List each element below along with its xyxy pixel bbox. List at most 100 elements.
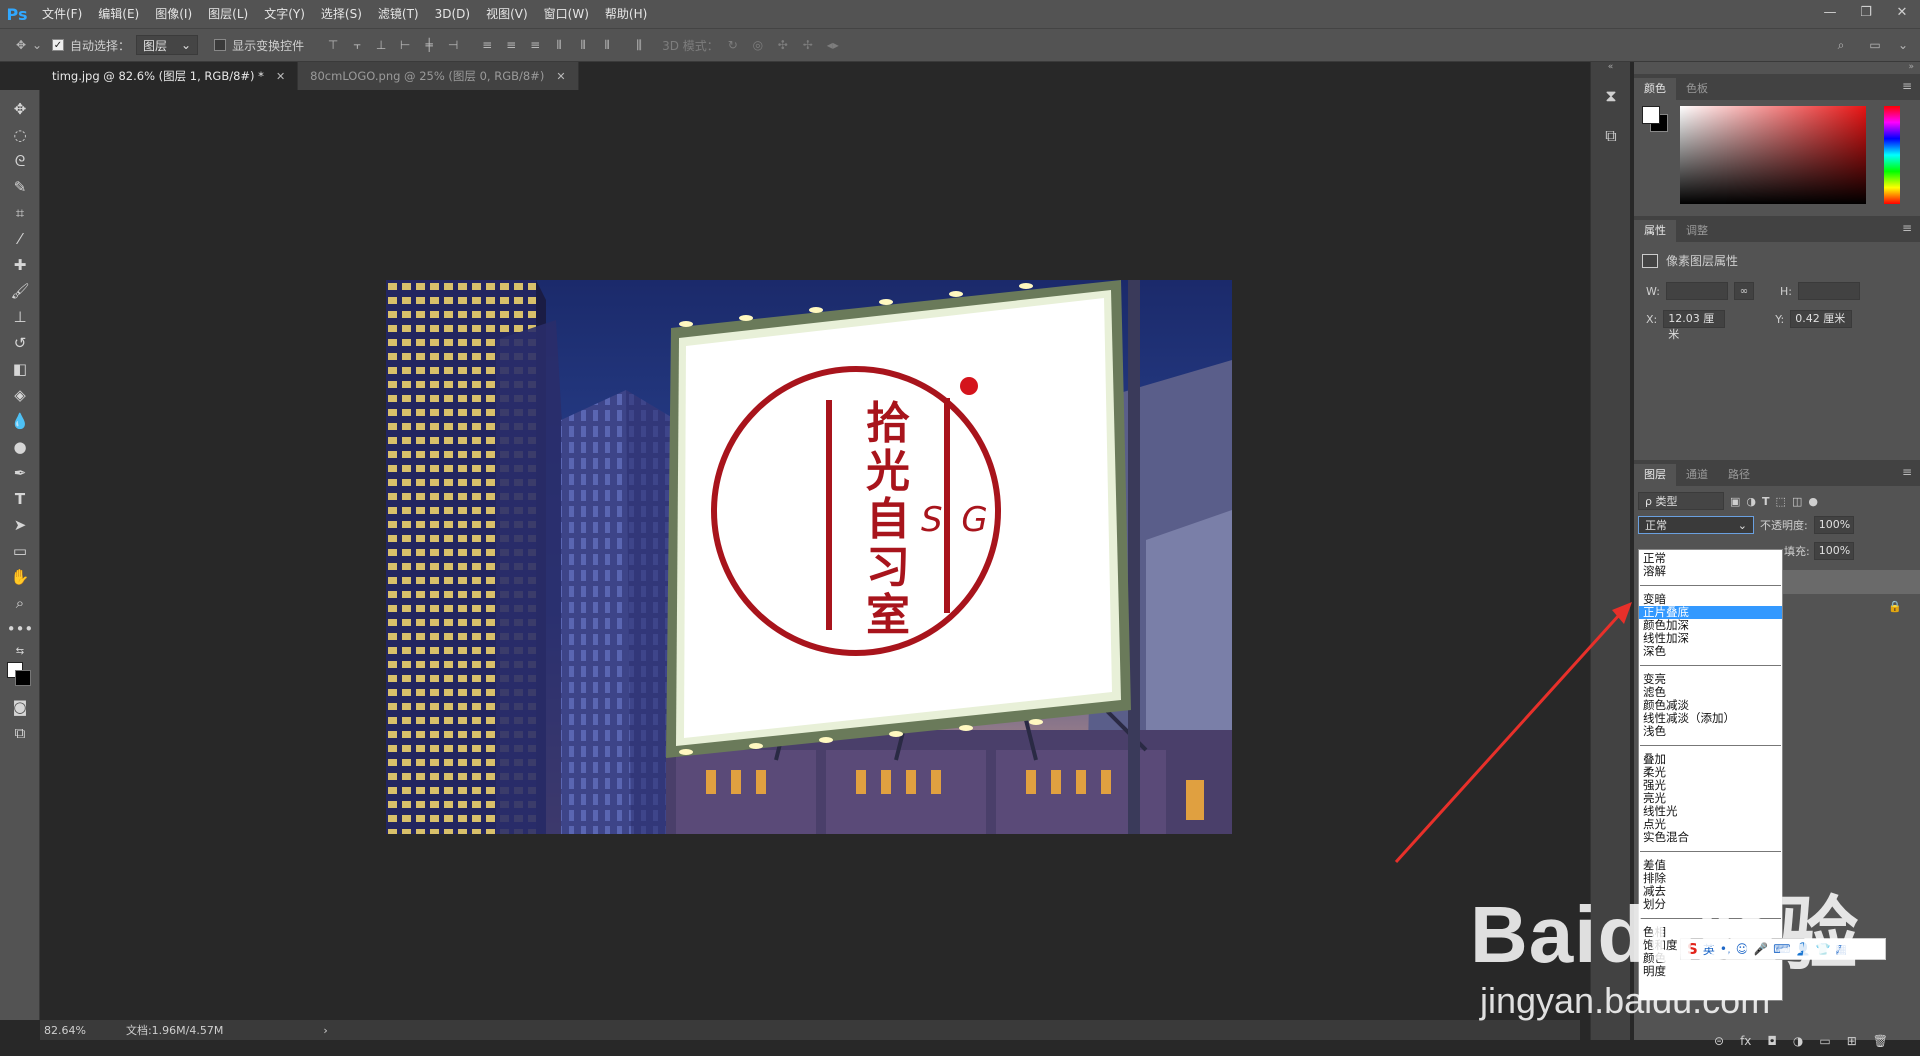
distribute-vcenter-icon[interactable]: ≡: [500, 34, 522, 56]
move-tool-icon[interactable]: ✥: [0, 96, 40, 122]
blend-option[interactable]: 溶解: [1639, 565, 1782, 578]
auto-align-icon[interactable]: ⫼: [628, 34, 650, 56]
dodge-tool-icon[interactable]: ●: [0, 434, 40, 460]
filter-adjust-icon[interactable]: ◑: [1746, 495, 1756, 508]
panel-menu-icon[interactable]: ≡: [1902, 221, 1912, 235]
background-color-swatch[interactable]: [15, 670, 31, 686]
screen-mode-icon[interactable]: ⧉: [0, 720, 40, 746]
menu-item[interactable]: 文字(Y): [256, 0, 313, 28]
blend-option[interactable]: 深色: [1639, 645, 1782, 658]
auto-select-dropdown[interactable]: 图层 ⌄: [136, 35, 199, 55]
zoom-level[interactable]: 82.64%: [44, 1024, 86, 1037]
history-icon[interactable]: ⧗: [1591, 76, 1631, 116]
align-right-icon[interactable]: ⊣: [442, 34, 464, 56]
menu-item[interactable]: 滤镜(T): [370, 0, 427, 28]
zoom-tool-icon[interactable]: ⌕: [0, 590, 40, 616]
3d-pan-icon[interactable]: ✣: [772, 34, 794, 56]
restore-button[interactable]: ❐: [1848, 0, 1884, 24]
filter-type-icon[interactable]: T: [1762, 495, 1770, 508]
distribute-right-icon[interactable]: ⦀: [596, 34, 618, 56]
filter-shape-icon[interactable]: ⬚: [1776, 495, 1786, 508]
voice-icon[interactable]: 🎤: [1753, 942, 1768, 956]
close-button[interactable]: ✕: [1884, 0, 1920, 24]
tab-adjustments[interactable]: 调整: [1676, 220, 1718, 242]
menu-item[interactable]: 图像(I): [147, 0, 200, 28]
align-bottom-icon[interactable]: ⊥: [370, 34, 392, 56]
eraser-tool-icon[interactable]: ◧: [0, 356, 40, 382]
keyboard-icon[interactable]: ⌨: [1773, 942, 1790, 956]
skin-icon[interactable]: 👕: [1815, 942, 1830, 956]
x-field[interactable]: 12.03 厘米: [1663, 310, 1726, 341]
history-brush-tool-icon[interactable]: ↺: [0, 330, 40, 356]
delete-icon[interactable]: 🗑: [1873, 1034, 1888, 1048]
tab-swatches[interactable]: 色板: [1676, 78, 1718, 100]
fx-icon[interactable]: fx: [1740, 1034, 1751, 1048]
close-icon[interactable]: ✕: [276, 70, 285, 83]
minimize-button[interactable]: —: [1812, 0, 1848, 24]
new-layer-icon[interactable]: ⊞: [1847, 1034, 1857, 1048]
fill-field[interactable]: 100%: [1813, 542, 1854, 560]
distribute-top-icon[interactable]: ≡: [476, 34, 498, 56]
menu-item[interactable]: 视图(V): [478, 0, 536, 28]
width-field[interactable]: [1665, 282, 1728, 300]
group-icon[interactable]: ▭: [1819, 1034, 1830, 1048]
tab-80cmlogo[interactable]: 80cmLOGO.png @ 25% (图层 0, RGB/8#) ✕: [298, 62, 579, 90]
type-tool-icon[interactable]: T: [0, 486, 40, 512]
foreground-color-swatch[interactable]: [1642, 106, 1660, 124]
distribute-left-icon[interactable]: ⦀: [548, 34, 570, 56]
link-icon[interactable]: ∞: [1733, 282, 1754, 300]
hue-slider[interactable]: [1884, 106, 1900, 204]
status-arrow[interactable]: ›: [323, 1024, 327, 1037]
punctuation-icon[interactable]: •,: [1720, 942, 1731, 956]
properties-icon[interactable]: ⧉: [1591, 116, 1631, 156]
menu-item[interactable]: 文件(F): [34, 0, 90, 28]
user-icon[interactable]: 👤: [1796, 942, 1811, 956]
blend-option[interactable]: 划分: [1639, 898, 1782, 911]
blend-option[interactable]: 明度: [1639, 965, 1782, 978]
menu-item[interactable]: 3D(D): [427, 0, 478, 28]
lasso-tool-icon[interactable]: ᘓ: [0, 148, 40, 174]
emoji-icon[interactable]: ☺: [1736, 942, 1749, 956]
menu-item[interactable]: 图层(L): [200, 0, 256, 28]
panel-menu-icon[interactable]: ≡: [1902, 79, 1912, 93]
marquee-tool-icon[interactable]: ◌: [0, 122, 40, 148]
quick-mask-icon[interactable]: ◙: [0, 694, 40, 720]
3d-roll-icon[interactable]: ◎: [747, 34, 769, 56]
filter-pixel-icon[interactable]: ▣: [1730, 495, 1740, 508]
tab-color[interactable]: 颜色: [1634, 78, 1676, 100]
move-tool-icon[interactable]: ✥: [10, 34, 32, 56]
apps-icon[interactable]: ▦: [1835, 942, 1846, 956]
sogou-logo[interactable]: S: [1687, 940, 1698, 958]
panel-menu-icon[interactable]: ≡: [1902, 465, 1912, 479]
opacity-field[interactable]: 100%: [1813, 516, 1854, 534]
filter-toggle-icon[interactable]: ●: [1808, 495, 1818, 508]
document-image[interactable]: 拾 光 自 习 室 S G: [386, 280, 1232, 834]
pen-tool-icon[interactable]: ✒: [0, 460, 40, 486]
color-swatches[interactable]: [0, 660, 39, 694]
rectangle-tool-icon[interactable]: ▭: [0, 538, 40, 564]
color-field[interactable]: [1680, 106, 1866, 204]
align-left-icon[interactable]: ⊢: [394, 34, 416, 56]
path-select-tool-icon[interactable]: ➤: [0, 512, 40, 538]
clone-stamp-tool-icon[interactable]: ⊥: [0, 304, 40, 330]
tab-paths[interactable]: 路径: [1718, 464, 1760, 486]
brush-tool-icon[interactable]: 🖌: [0, 278, 40, 304]
close-icon[interactable]: ✕: [556, 70, 565, 83]
3d-rotate-icon[interactable]: ↻: [722, 34, 744, 56]
more-tools-icon[interactable]: •••: [0, 616, 40, 642]
blend-option[interactable]: 实色混合: [1639, 831, 1782, 844]
collapse-icon[interactable]: »: [1634, 62, 1920, 74]
menu-item[interactable]: 帮助(H): [597, 0, 655, 28]
filter-smart-icon[interactable]: ◫: [1792, 495, 1802, 508]
search-icon[interactable]: ⌕: [1830, 34, 1852, 56]
paint-bucket-tool-icon[interactable]: ◈: [0, 382, 40, 408]
align-hcenter-icon[interactable]: ╪: [418, 34, 440, 56]
auto-select-checkbox[interactable]: ✓: [52, 39, 64, 51]
3d-scale-icon[interactable]: ◂▸: [822, 34, 844, 56]
blur-tool-icon[interactable]: 💧: [0, 408, 40, 434]
adjustment-icon[interactable]: ◑: [1793, 1034, 1803, 1048]
link-layers-icon[interactable]: ⊝: [1714, 1034, 1724, 1048]
align-vcenter-icon[interactable]: ⫟: [346, 34, 368, 56]
quick-select-tool-icon[interactable]: ✎: [0, 174, 40, 200]
healing-brush-tool-icon[interactable]: ✚: [0, 252, 40, 278]
